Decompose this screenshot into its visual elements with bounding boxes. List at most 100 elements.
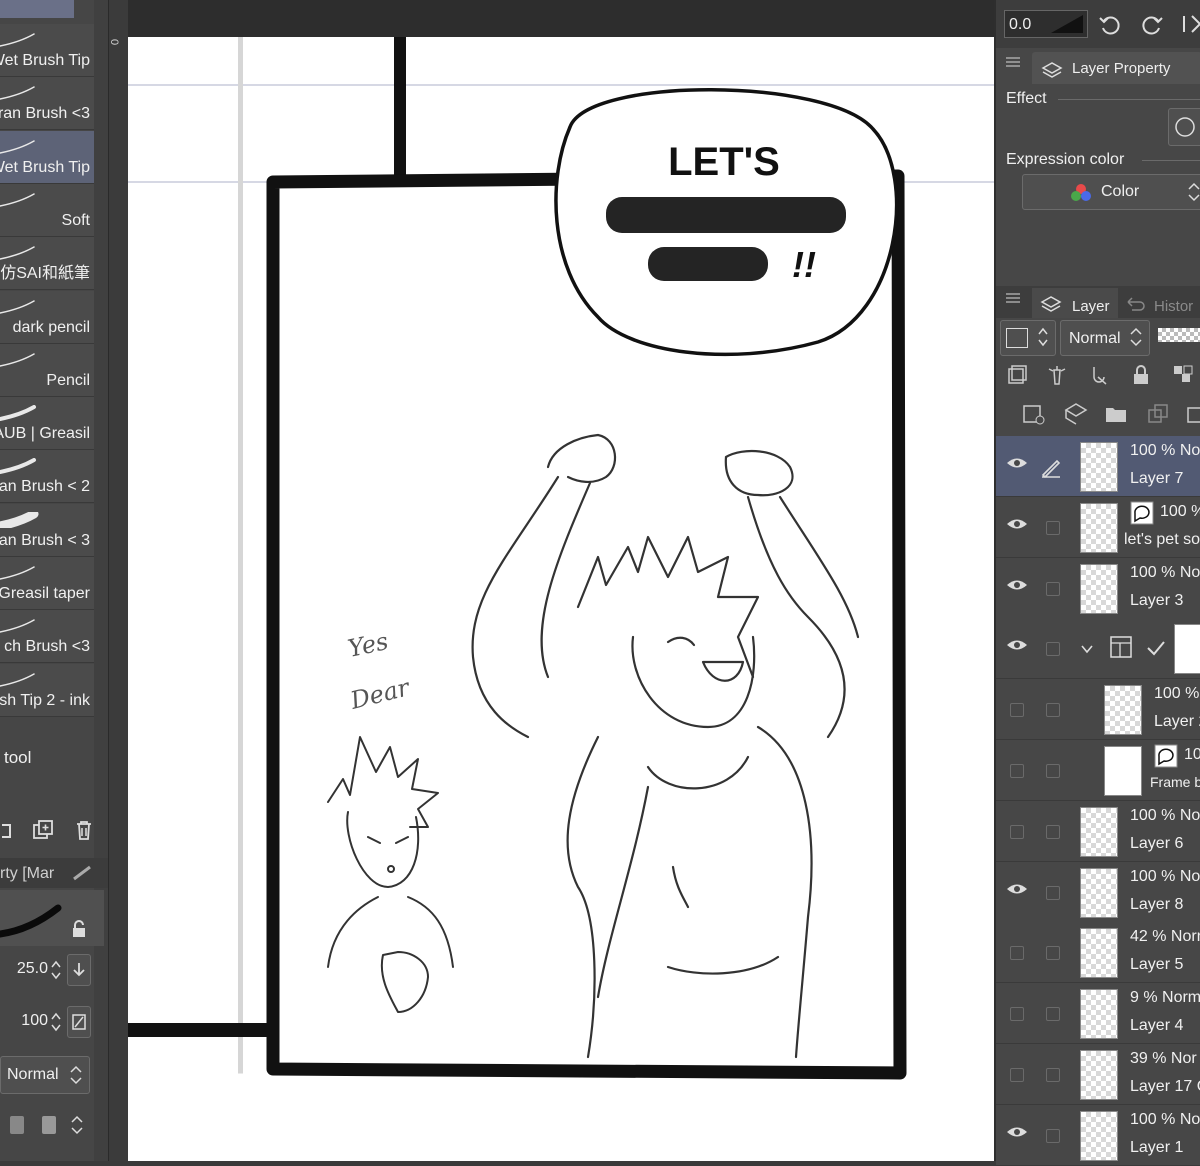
layer-blend-mode-select[interactable]: Normal [1060, 320, 1150, 356]
brush-item[interactable]: Wet Brush Tip [0, 130, 94, 184]
tab-layer[interactable]: Layer [1032, 288, 1118, 318]
rotate-left-icon[interactable] [1098, 12, 1122, 36]
brush-item[interactable]: ran Brush <3 [0, 77, 94, 131]
layer-row[interactable]: 100 % No Layer 1 [996, 1104, 1200, 1166]
layer-row[interactable]: 39 % Nor Layer 17 C [996, 1044, 1200, 1105]
lock-toggle[interactable] [1046, 885, 1060, 900]
layer-color-select[interactable] [1000, 320, 1056, 356]
lock-icon[interactable] [70, 920, 88, 938]
visibility-toggle[interactable] [1010, 703, 1024, 718]
brush-list-scrollbar[interactable] [94, 0, 108, 1161]
layer-row[interactable]: 100 % No Layer 6 [996, 800, 1200, 862]
lock-toggle[interactable] [1046, 764, 1060, 778]
brush-item[interactable]: Wet Brush Tip [0, 24, 94, 77]
angle-field[interactable]: 0.0 [1004, 10, 1088, 38]
brush-size-value[interactable]: 25.0 [14, 960, 48, 978]
lock-toggle[interactable] [1046, 946, 1060, 961]
eye-icon[interactable] [1006, 638, 1028, 652]
size-stepper-icon[interactable] [50, 958, 62, 982]
layer-row[interactable]: 100 % let's pet sor [996, 496, 1200, 558]
brush-item[interactable]: sh Tip 2 - ink [0, 663, 94, 717]
clip-layer-icon[interactable] [1088, 364, 1110, 386]
new-vector-layer-icon[interactable] [1064, 402, 1088, 426]
layer-row[interactable]: 42 % Norn Layer 5 [996, 922, 1200, 984]
layer-blend-row: Normal [996, 318, 1200, 358]
layer-thumbnail [1080, 502, 1118, 553]
reference-layer-icon[interactable] [1006, 364, 1028, 386]
import-icon[interactable] [0, 821, 14, 841]
tab-history[interactable]: Histor [1120, 288, 1200, 318]
brush-item[interactable]: AUB | Greasil [0, 397, 94, 451]
layer-row[interactable]: 100 % No Layer 7 [996, 436, 1200, 497]
drawing-canvas[interactable]: LET'S !! Yes Dear [128, 37, 994, 1161]
rotate-right-icon[interactable] [1140, 12, 1164, 36]
lock-toggle[interactable] [1046, 581, 1060, 596]
frame-layer-icon [1154, 744, 1178, 768]
brush-item[interactable]: 仿SAI和紙筆 [0, 237, 94, 291]
expression-color-select[interactable]: Color [1022, 174, 1200, 210]
lock-transparency-icon[interactable] [1172, 364, 1196, 386]
lock-toggle[interactable] [1046, 1128, 1060, 1143]
chevron-down-icon[interactable] [1080, 642, 1094, 656]
layer-row[interactable]: 100 % No Layer 8 [996, 861, 1200, 923]
brush-item[interactable]: Soft [0, 183, 94, 237]
brush-item[interactable]: ran Brush < 3 [0, 503, 94, 557]
layer-row[interactable]: 100 % Layer 2 [996, 679, 1200, 741]
duplicate-brush-icon[interactable] [32, 819, 54, 841]
visibility-toggle[interactable] [1010, 1007, 1024, 1022]
draft-lighthouse-icon[interactable] [1046, 364, 1068, 386]
layer-row[interactable] [996, 618, 1200, 680]
pencil-icon[interactable] [1040, 456, 1062, 478]
visibility-toggle[interactable] [1010, 1068, 1024, 1082]
delete-brush-icon[interactable] [74, 819, 94, 841]
opacity-pressure-button[interactable] [67, 1006, 91, 1038]
lock-toggle[interactable] [1046, 520, 1060, 535]
layer-row[interactable]: 9 % Norm Layer 4 [996, 983, 1200, 1045]
lock-toggle[interactable] [1046, 1007, 1060, 1022]
blend-mode-select[interactable]: Normal [0, 1056, 90, 1094]
layer-icons-row-2 [996, 398, 1200, 434]
size-pressure-button[interactable] [67, 954, 91, 986]
brush-opacity-value[interactable]: 100 [14, 1012, 48, 1030]
brush-item[interactable]: ran Brush < 2 [0, 450, 94, 504]
tab-layer-property[interactable]: Layer Property [1032, 52, 1200, 84]
lock-toggle[interactable] [1046, 703, 1060, 718]
opacity-slider[interactable] [1158, 328, 1200, 342]
layer-row[interactable]: 10 Frame ba [996, 740, 1200, 801]
eye-icon[interactable] [1006, 578, 1028, 592]
brush-item[interactable]: Pencil [0, 343, 94, 397]
transfer-layer-icon[interactable] [1184, 402, 1200, 426]
folder-thumbnail [1174, 624, 1200, 675]
brush-group-tab[interactable] [0, 0, 74, 18]
eye-icon[interactable] [1006, 517, 1028, 531]
antialias-none-icon[interactable] [10, 1116, 24, 1134]
brush-item[interactable]: ch Brush <3 [0, 610, 94, 664]
anti-alias-selector[interactable] [0, 1108, 88, 1142]
brush-item[interactable]: Greasil taper [0, 557, 94, 610]
panel-menu-icon[interactable] [1006, 292, 1020, 304]
new-raster-layer-icon[interactable] [1022, 402, 1046, 426]
effect-border-button[interactable] [1168, 108, 1200, 146]
panel-menu-icon[interactable] [1006, 56, 1020, 68]
eye-icon[interactable] [1006, 882, 1028, 896]
eye-icon[interactable] [1006, 1125, 1028, 1139]
visibility-toggle[interactable] [1010, 764, 1024, 778]
new-folder-icon[interactable] [1104, 402, 1128, 426]
brush-item[interactable]: dark pencil [0, 290, 94, 344]
lock-layer-icon[interactable] [1130, 364, 1152, 386]
brush-tip-icon[interactable] [70, 864, 96, 882]
visibility-toggle[interactable] [1010, 824, 1024, 839]
opacity-stepper-icon[interactable] [50, 1010, 62, 1034]
check-icon[interactable] [1146, 638, 1166, 658]
layer-row[interactable]: 100 % No Layer 3 [996, 557, 1200, 619]
antialias-weak-icon[interactable] [42, 1116, 56, 1134]
merge-layers-icon[interactable] [1146, 402, 1170, 426]
eye-icon[interactable] [1006, 456, 1028, 470]
tool-property-tab[interactable]: rty [Mar [0, 865, 54, 883]
visibility-toggle[interactable] [1010, 946, 1024, 961]
lock-toggle[interactable] [1046, 642, 1060, 657]
lock-toggle[interactable] [1046, 824, 1060, 839]
lock-toggle[interactable] [1046, 1068, 1060, 1082]
flip-icon[interactable] [1180, 12, 1200, 36]
layer-name: Layer 5 [1130, 956, 1184, 974]
